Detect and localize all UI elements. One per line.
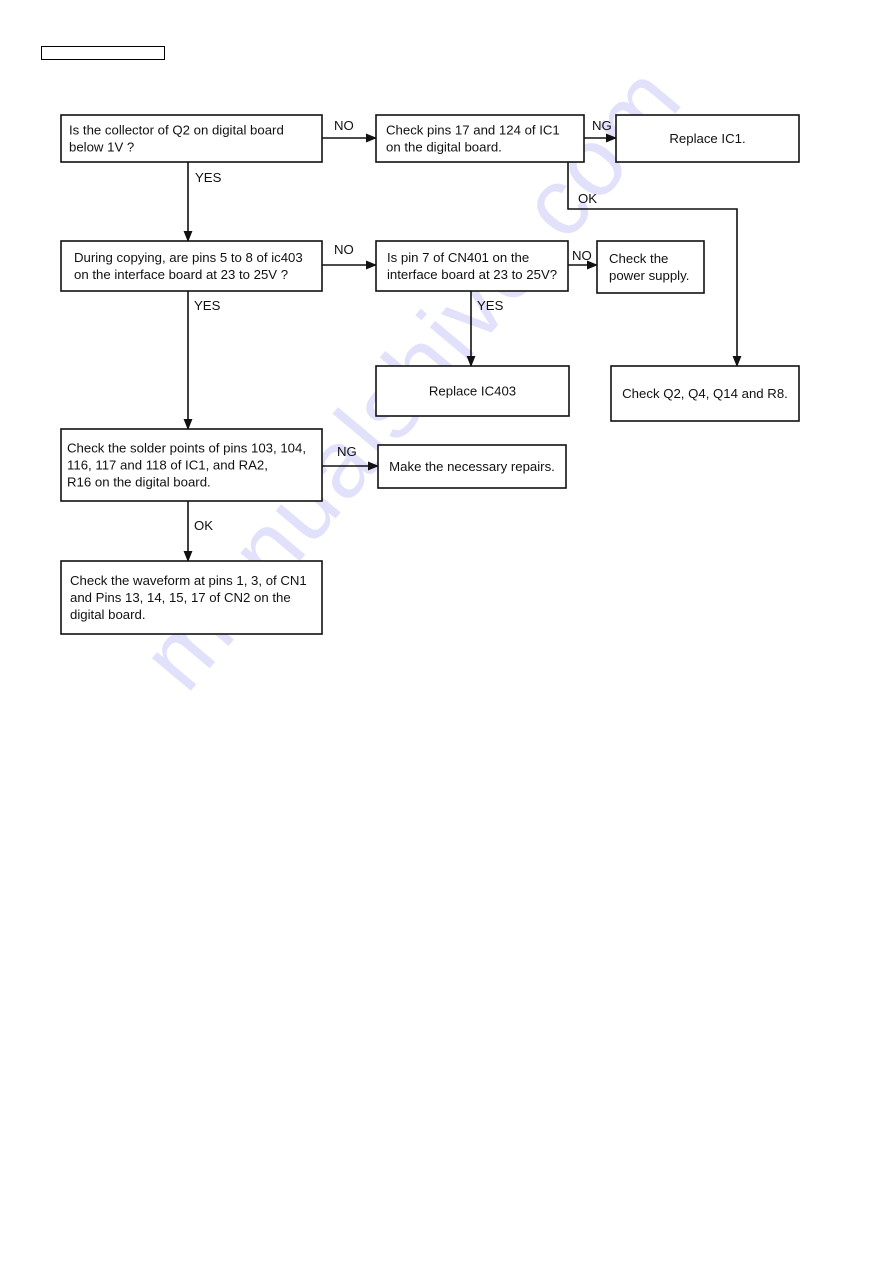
edge-cn401-pin7-to-replace-ic403: YES (466, 291, 504, 368)
node-text-line: Is the collector of Q2 on digital board (69, 123, 284, 138)
edge-label: YES (195, 170, 222, 185)
edge-label: NG (337, 444, 357, 459)
node-replace-ic403: Replace IC403 (375, 365, 570, 417)
node-text-line: and Pins 13, 14, 15, 17 of CN2 on the (70, 590, 291, 605)
node-box (60, 240, 323, 292)
node-replace-ic1: Replace IC1. (615, 114, 800, 163)
node-text-line: Replace IC1. (669, 131, 745, 146)
edge-cn401-pin7-to-check-power: NO (568, 248, 599, 270)
node-q2-collector: Is the collector of Q2 on digital board b… (60, 114, 323, 163)
edge-label: YES (477, 298, 504, 313)
node-text-line: R16 on the digital board. (67, 475, 211, 490)
node-text-line: 116, 117 and 118 of IC1, and RA2, (67, 458, 268, 473)
node-box (596, 240, 705, 294)
node-ic403-pins: During copying, are pins 5 to 8 of ic403… (60, 240, 323, 292)
flowchart: NO NG OK YES NO NO YES YES NG OK Is the collector… (60, 114, 800, 635)
edge-ic403-pins-to-cn401-pin7: NO (322, 242, 378, 270)
node-check-power: Check the power supply. (596, 240, 705, 294)
node-text-line: Check pins 17 and 124 of IC1 (386, 123, 560, 138)
node-box (375, 240, 569, 292)
node-text-line: on the digital board. (386, 140, 502, 155)
edge-q2-collector-to-ic403-pins: YES (183, 162, 222, 243)
edge-label: NO (334, 118, 354, 133)
edge-label: OK (578, 191, 597, 206)
edge-label: NO (572, 248, 592, 263)
edge-solder-points-to-waveform: OK (183, 501, 213, 563)
node-waveform: Check the waveform at pins 1, 3, of CN1 a… (60, 560, 323, 635)
node-text-line: below 1V ? (69, 140, 134, 155)
node-text-line: Check the waveform at pins 1, 3, of CN1 (70, 573, 307, 588)
edge-ic403-pins-to-solder-points: YES (183, 291, 221, 431)
node-text-line: Replace IC403 (429, 384, 516, 399)
edge-label: NO (334, 242, 354, 257)
node-text-line: on the interface board at 23 to 25V ? (74, 267, 288, 282)
node-text-line: Check the (609, 251, 668, 266)
node-check-q2-q4: Check Q2, Q4, Q14 and R8. (610, 365, 800, 422)
node-text-line: Check Q2, Q4, Q14 and R8. (622, 386, 788, 401)
node-necessary-repairs: Make the necessary repairs. (377, 444, 567, 489)
node-text-line: interface board at 23 to 25V? (387, 267, 557, 282)
node-cn401-pin7: Is pin 7 of CN401 on the interface board … (375, 240, 569, 292)
node-solder-points: Check the solder points of pins 103, 104… (60, 428, 323, 502)
node-text-line: Make the necessary repairs. (389, 459, 555, 474)
node-text-line: Is pin 7 of CN401 on the (387, 250, 529, 265)
node-text-line: During copying, are pins 5 to 8 of ic403 (74, 250, 303, 265)
node-text-line: Check the solder points of pins 103, 104… (67, 441, 306, 456)
edge-label: NG (592, 118, 612, 133)
edge-check-ic1-pins-to-replace-ic1: NG (584, 118, 618, 143)
edge-label: YES (194, 298, 221, 313)
node-text-line: power supply. (609, 268, 689, 283)
node-text-line: digital board. (70, 607, 146, 622)
node-check-ic1-pins: Check pins 17 and 124 of IC1 on the digit… (375, 114, 585, 163)
edge-q2-collector-to-check-ic1-pins: NO (322, 118, 378, 143)
edge-label: OK (194, 518, 213, 533)
edge-solder-points-to-necessary-repairs: NG (322, 444, 380, 471)
